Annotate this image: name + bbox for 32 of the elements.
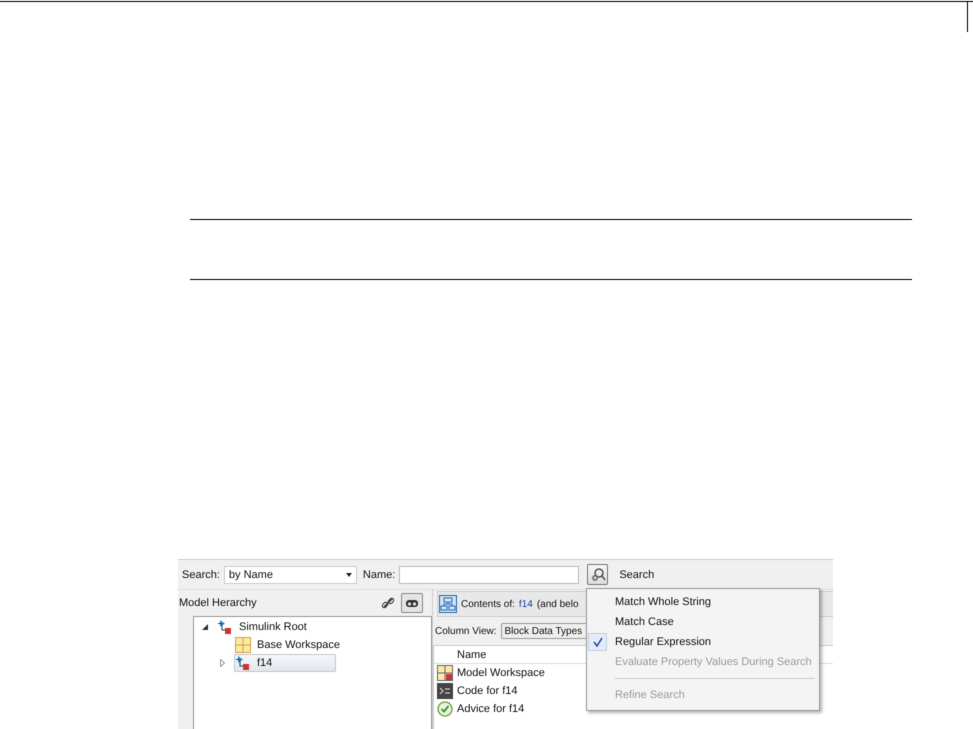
name-field[interactable] <box>399 566 580 584</box>
table-cell: Advice for f14 <box>457 703 524 716</box>
grid-icon <box>235 637 251 654</box>
magnifier-gear-icon <box>590 566 606 583</box>
tree-item[interactable]: f14 <box>234 654 336 672</box>
hierarchy-icon <box>439 595 457 614</box>
contents-label: Contents of: <box>461 598 515 610</box>
terminal-icon <box>437 683 453 700</box>
table-cell: Code for f14 <box>457 685 518 698</box>
workspace-icon <box>437 665 453 682</box>
column-view-label: Column View: <box>435 626 497 637</box>
model-icon <box>235 655 251 672</box>
scope-label: (and belo <box>536 598 579 610</box>
search-options-button[interactable] <box>587 564 608 586</box>
collapsed-arrow-icon[interactable] <box>220 659 225 668</box>
panel-title: Model Herarchy <box>179 597 258 610</box>
name-label: Name: <box>362 568 396 581</box>
tree-item[interactable]: Base Workspace <box>234 636 345 654</box>
check-circle-icon <box>437 701 453 718</box>
search-label: Search: <box>182 568 220 581</box>
model-link[interactable]: f14 <box>518 598 533 610</box>
model-icon <box>217 619 233 636</box>
menu-item[interactable]: Match Whole String <box>587 592 819 612</box>
glasses-icon <box>405 598 419 608</box>
search-by-dropdown[interactable]: by Name <box>224 566 357 584</box>
search-label: Search <box>619 568 654 581</box>
table-cell: Model Workspace <box>457 667 545 680</box>
link-icon[interactable] <box>381 596 395 610</box>
column-header[interactable]: Name <box>457 648 486 661</box>
expanded-arrow-icon[interactable] <box>202 624 208 630</box>
tree-item[interactable]: Simulink Root <box>216 618 318 636</box>
glasses-toggle-button[interactable] <box>401 593 423 614</box>
